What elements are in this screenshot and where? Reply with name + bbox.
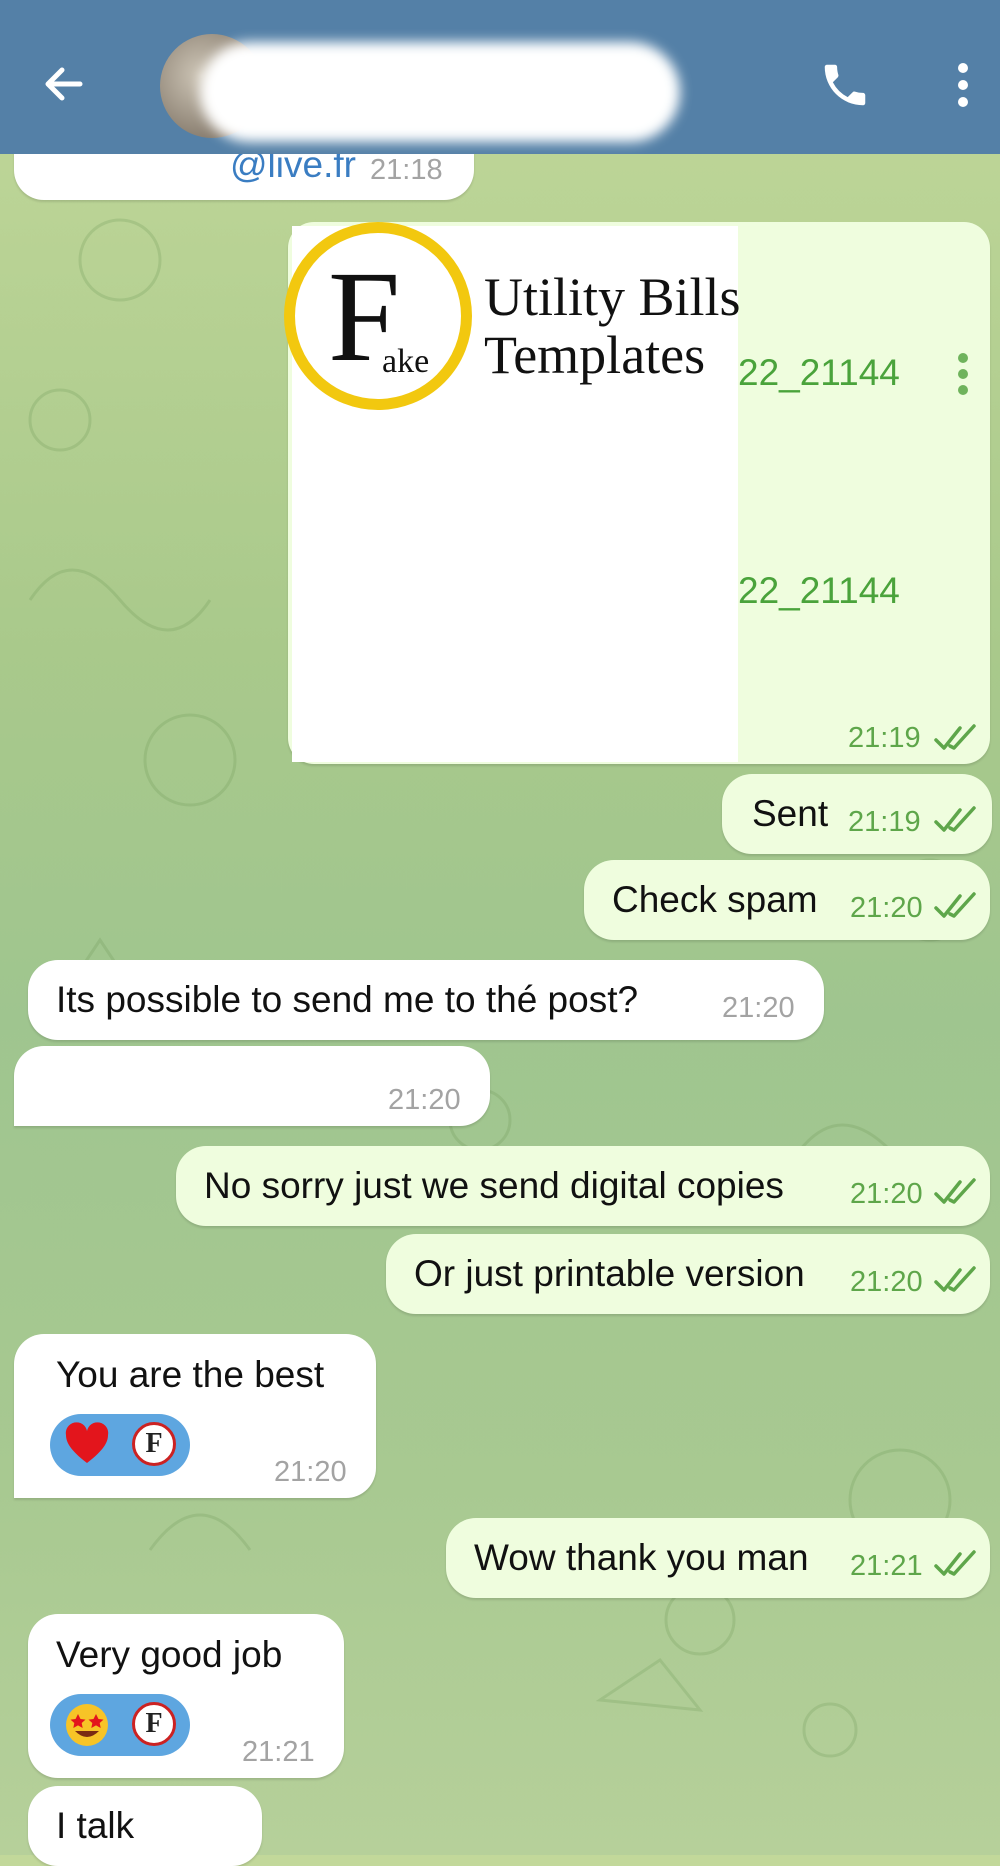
- message-text: I talk: [56, 1805, 135, 1846]
- message-time: 21:20: [722, 992, 795, 1024]
- message-time: 21:20: [850, 1178, 923, 1210]
- message-text: Or just printable version: [414, 1253, 805, 1294]
- reaction-pill[interactable]: F: [50, 1414, 190, 1476]
- double-check-icon: [934, 892, 976, 918]
- reactor-avatar: F: [132, 1422, 176, 1466]
- more-vertical-icon[interactable]: [950, 60, 976, 110]
- phone-icon[interactable]: [818, 58, 872, 112]
- red-heart-icon: [65, 1422, 109, 1463]
- message-time: 21:19: [848, 806, 921, 838]
- message-text: Sent: [752, 793, 829, 834]
- message-time: 21:20: [850, 892, 923, 924]
- logo-subtext: ake: [382, 343, 430, 380]
- message-time: 21:20: [388, 1084, 461, 1116]
- reaction-pill[interactable]: F: [50, 1694, 190, 1756]
- message-time: 21:20: [850, 1266, 923, 1298]
- message-text: Wow thank you man: [474, 1537, 809, 1578]
- message-incoming[interactable]: 21:20: [14, 1046, 490, 1126]
- star-struck-emoji-icon: [66, 1704, 108, 1746]
- double-check-icon: [934, 1178, 976, 1204]
- double-check-icon: [934, 1266, 976, 1292]
- document-filename[interactable]: 22_21144: [738, 352, 900, 394]
- message-text: You are the best: [56, 1354, 325, 1395]
- message-outgoing[interactable]: Wow thank you man 21:21: [446, 1518, 990, 1598]
- document-filename[interactable]: 22_21144: [738, 570, 900, 612]
- message-outgoing[interactable]: Sent 21:19: [722, 774, 992, 854]
- logo-title: Utility Bills Templates: [484, 268, 741, 384]
- message-incoming[interactable]: Very good job F 21:21: [28, 1614, 344, 1778]
- reactor-avatar: F: [132, 1702, 176, 1746]
- message-outgoing[interactable]: Check spam 21:20: [584, 860, 990, 940]
- double-check-icon: [934, 806, 976, 832]
- chat-header: [0, 0, 1000, 154]
- message-time: 21:21: [242, 1736, 315, 1768]
- message-outgoing[interactable]: Or just printable version 21:20: [386, 1234, 990, 1314]
- double-check-icon: [934, 724, 976, 750]
- message-incoming[interactable]: You are the best F 21:20: [14, 1334, 376, 1498]
- message-time: 21:20: [274, 1456, 347, 1488]
- message-time: 21:19: [848, 722, 921, 754]
- message-text: Very good job: [56, 1634, 283, 1675]
- message-time: 21:18: [370, 154, 443, 186]
- more-vertical-icon[interactable]: [956, 352, 970, 396]
- message-outgoing[interactable]: No sorry just we send digital copies 21:…: [176, 1146, 990, 1226]
- logo-title-line-1: Utility Bills: [484, 267, 741, 327]
- message-time: 21:21: [850, 1550, 923, 1582]
- message-text: Its possible to send me to thé post?: [56, 979, 639, 1020]
- redacted-contact-name[interactable]: [200, 42, 680, 142]
- arrow-left-icon[interactable]: [40, 60, 88, 108]
- message-text: Check spam: [612, 879, 818, 920]
- message-incoming[interactable]: I talk: [28, 1786, 262, 1866]
- message-incoming[interactable]: Its possible to send me to thé post? 21:…: [28, 960, 824, 1040]
- message-text: No sorry just we send digital copies: [204, 1165, 784, 1206]
- logo-title-line-2: Templates: [484, 325, 706, 385]
- double-check-icon: [934, 1550, 976, 1576]
